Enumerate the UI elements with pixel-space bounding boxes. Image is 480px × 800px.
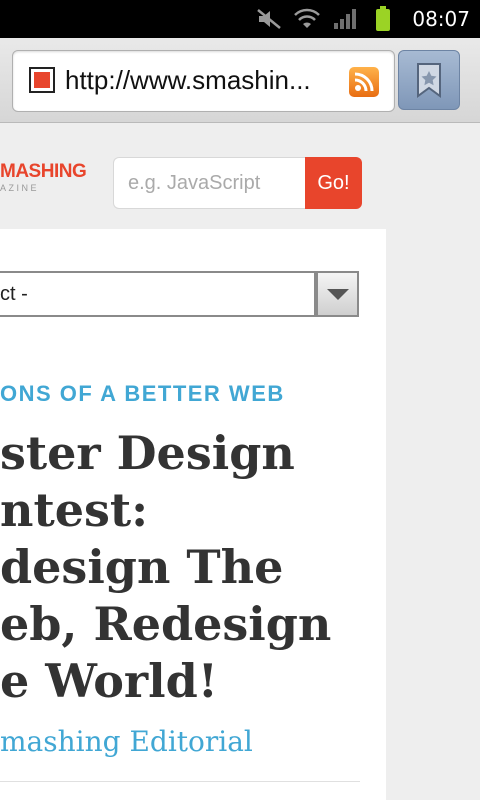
signal-icon xyxy=(330,6,360,32)
url-text[interactable]: http://www.smashin... xyxy=(65,65,345,96)
select-field[interactable]: ct - xyxy=(0,271,316,317)
category-select[interactable]: ct - xyxy=(0,271,360,317)
article-panel: ct - ONS OF A BETTER WEB ster Design nte… xyxy=(0,229,386,800)
site-logo-subtitle: AZINE xyxy=(0,183,40,193)
article-title[interactable]: ster Design ntest: design The eb, Redesi… xyxy=(0,425,386,710)
search-go-button[interactable]: Go! xyxy=(305,157,362,209)
mute-icon xyxy=(254,6,284,32)
title-line: ster Design xyxy=(0,426,295,480)
web-page: MASHING AZINE Go! ct - ONS OF A BETTER W… xyxy=(0,123,480,800)
article-category-link[interactable]: ONS OF A BETTER WEB xyxy=(0,381,285,407)
status-icons: 08:07 xyxy=(254,0,480,38)
favicon-icon xyxy=(29,67,55,93)
article-author-link[interactable]: mashing Editorial xyxy=(0,725,253,758)
site-logo[interactable]: MASHING xyxy=(0,161,87,183)
url-bar[interactable]: http://www.smashin... xyxy=(12,50,395,112)
bookmark-button[interactable] xyxy=(398,50,460,110)
title-line: ntest: xyxy=(0,483,149,537)
select-value: ct - xyxy=(0,283,28,305)
divider xyxy=(0,781,360,782)
wifi-icon xyxy=(292,6,322,32)
search-input[interactable] xyxy=(113,157,305,209)
title-line: design The xyxy=(0,540,284,594)
bookmark-icon xyxy=(399,63,459,113)
rss-icon[interactable] xyxy=(349,67,379,97)
title-line: e World! xyxy=(0,654,218,708)
title-line: eb, Redesign xyxy=(0,597,332,651)
battery-icon xyxy=(368,6,398,32)
chevron-down-icon[interactable] xyxy=(316,271,359,317)
status-bar: 08:07 xyxy=(0,0,480,38)
browser-toolbar: http://www.smashin... xyxy=(0,38,480,123)
status-clock: 08:07 xyxy=(412,7,470,31)
